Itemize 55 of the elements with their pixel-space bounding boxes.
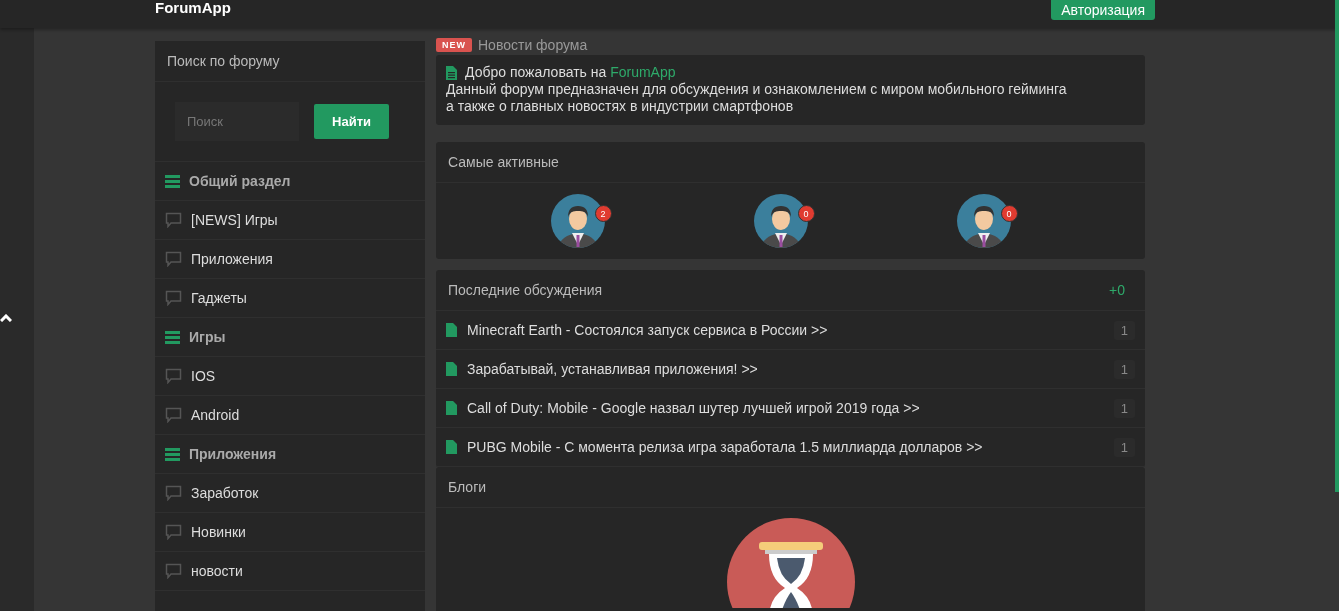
new-count: +0 <box>1109 282 1125 298</box>
forum-link[interactable]: Новинки <box>191 524 246 540</box>
scroll-up-icon[interactable] <box>0 314 12 322</box>
document-icon <box>446 401 457 415</box>
card-title: Самые активные <box>436 142 1145 183</box>
search-button[interactable]: Найти <box>314 104 389 139</box>
topic-link[interactable]: PUBG Mobile - С момента релиза игра заработала 1.5 миллиарда долларов >> <box>467 439 1104 455</box>
speech-bubble-icon <box>165 407 182 423</box>
forum-link[interactable]: Приложения <box>191 251 273 267</box>
speech-bubble-icon <box>165 563 182 579</box>
card-title: Блоги <box>436 467 1145 508</box>
brand-logo[interactable]: ForumApp <box>155 0 231 16</box>
section-heading[interactable]: Игры <box>189 329 226 345</box>
login-button[interactable]: Авторизация <box>1051 0 1155 20</box>
document-icon <box>446 362 457 376</box>
news-text: а также о главных новостях в индустрии смартфонов <box>446 98 795 115</box>
news-text: Данный форум предназначен для обсуждения и ознакомлением с миром мобильного гейминга <box>446 81 1068 98</box>
section-heading[interactable]: Общий раздел <box>189 173 291 189</box>
list-icon <box>165 447 180 461</box>
list-icon <box>165 330 180 344</box>
topic-link[interactable]: Minecraft Earth - Состоялся запуск сервиса в России >> <box>467 322 1104 338</box>
speech-bubble-icon <box>165 485 182 501</box>
reply-count: 1 <box>1113 320 1135 340</box>
speech-bubble-icon <box>165 212 182 228</box>
speech-bubble-icon <box>165 290 182 306</box>
forum-link[interactable]: [NEWS] Игры <box>191 212 278 228</box>
document-icon <box>446 65 457 80</box>
section-heading[interactable]: Приложения <box>189 446 277 462</box>
topic-link[interactable]: Call of Duty: Mobile - Google назвал шутер лучшей игрой 2019 года >> <box>467 400 1104 416</box>
forum-link[interactable]: новости <box>191 563 243 579</box>
user-avatar[interactable] <box>752 193 809 249</box>
user-avatar[interactable] <box>549 193 606 249</box>
speech-bubble-icon <box>165 524 182 540</box>
topic-link[interactable]: Зарабатывай, устанавливая приложения! >> <box>467 361 1104 377</box>
forum-link[interactable]: Гаджеты <box>191 290 247 306</box>
card-title: Последние обсуждения <box>448 282 603 298</box>
reply-count: 1 <box>1113 437 1135 457</box>
welcome-text: Добро пожаловать на ForumApp <box>465 64 676 81</box>
scrollbar-thumb[interactable] <box>1335 0 1339 492</box>
speech-bubble-icon <box>165 251 182 267</box>
search-field[interactable]: Поиск <box>175 102 299 141</box>
list-icon <box>165 174 180 188</box>
forum-link[interactable]: Android <box>191 407 240 423</box>
user-avatar[interactable] <box>955 193 1012 249</box>
reply-count: 1 <box>1113 398 1135 418</box>
speech-bubble-icon <box>165 368 182 384</box>
hourglass-icon <box>726 518 855 608</box>
new-badge: NEW <box>436 38 472 52</box>
sidebar-title: Поиск по форуму <box>155 41 425 82</box>
document-icon <box>446 323 457 337</box>
forum-link[interactable]: IOS <box>191 368 216 384</box>
reply-count: 1 <box>1113 359 1135 379</box>
news-title: Новости форума <box>478 37 588 53</box>
forum-link[interactable]: Заработок <box>191 485 259 501</box>
document-icon <box>446 440 457 454</box>
